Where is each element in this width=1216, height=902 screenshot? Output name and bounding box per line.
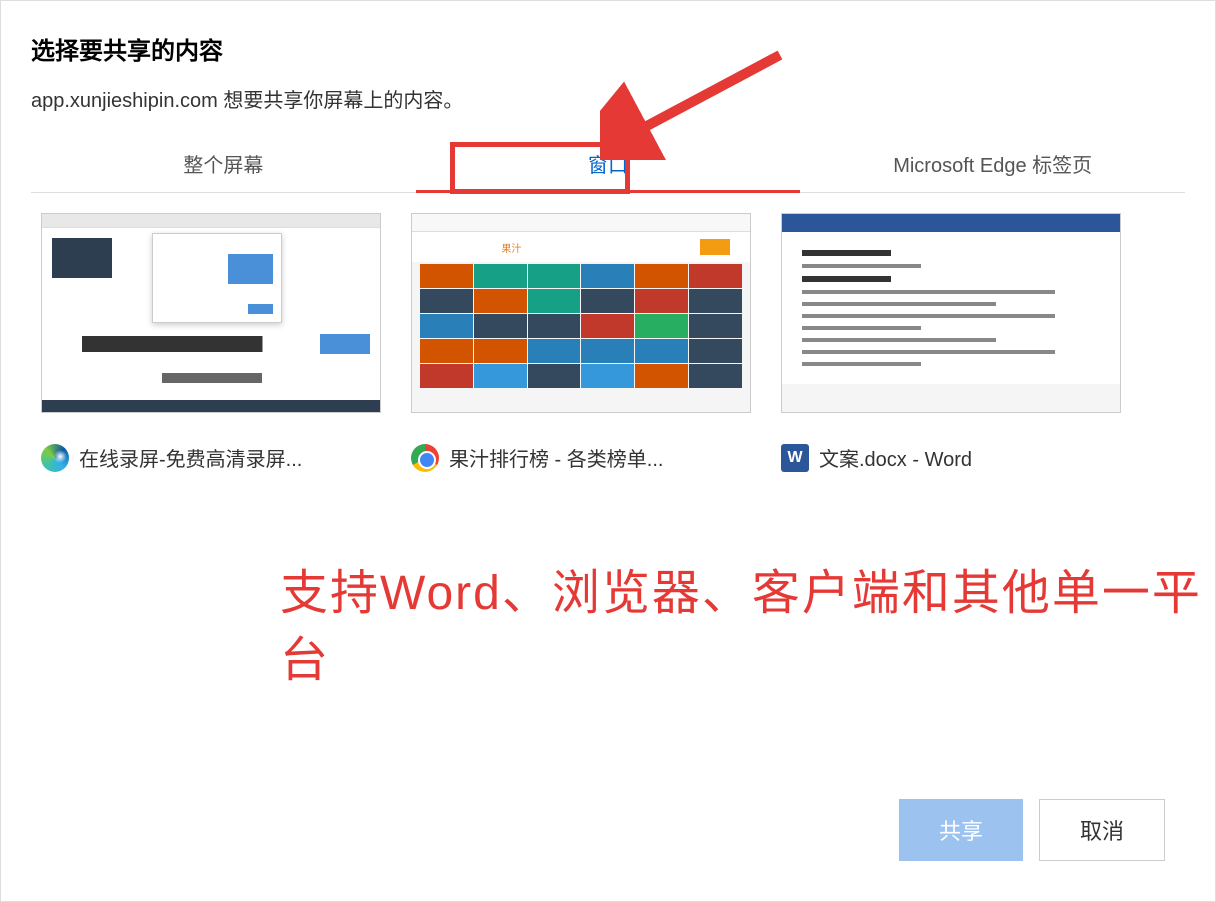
- window-label-text-0: 在线录屏-免费高清录屏...: [79, 443, 302, 472]
- window-item-0[interactable]: 在线录屏-免费高清录屏...: [41, 213, 381, 769]
- window-label-text-2: 文案.docx - Word: [819, 443, 972, 472]
- window-list: 在线录屏-免费高清录屏... 果汁: [31, 193, 1185, 789]
- window-label-0: 在线录屏-免费高清录屏...: [41, 443, 381, 472]
- tab-entire-screen[interactable]: 整个屏幕: [31, 135, 416, 192]
- tab-window[interactable]: 窗口: [416, 135, 801, 192]
- window-item-1[interactable]: 果汁 果汁排行榜 - 各类榜单...: [411, 213, 751, 769]
- edge-icon: [41, 444, 69, 472]
- window-thumbnail-2: [781, 213, 1121, 413]
- window-label-2: W 文案.docx - Word: [781, 443, 1121, 472]
- dialog-title: 选择要共享的内容: [31, 31, 1185, 66]
- share-button[interactable]: 共享: [899, 799, 1023, 861]
- tab-edge-tabs[interactable]: Microsoft Edge 标签页: [800, 135, 1185, 192]
- window-thumbnail-1: 果汁: [411, 213, 751, 413]
- window-thumbnail-0: [41, 213, 381, 413]
- window-label-text-1: 果汁排行榜 - 各类榜单...: [449, 443, 663, 472]
- window-item-2[interactable]: W 文案.docx - Word: [781, 213, 1121, 769]
- dialog-footer: 共享 取消: [31, 789, 1185, 881]
- dialog-subtitle: app.xunjieshipin.com 想要共享你屏幕上的内容。: [31, 84, 1185, 113]
- share-dialog: 选择要共享的内容 app.xunjieshipin.com 想要共享你屏幕上的内…: [0, 0, 1216, 902]
- window-label-1: 果汁排行榜 - 各类榜单...: [411, 443, 751, 472]
- cancel-button[interactable]: 取消: [1039, 799, 1165, 861]
- word-icon: W: [781, 444, 809, 472]
- tabs-container: 整个屏幕 窗口 Microsoft Edge 标签页: [31, 135, 1185, 193]
- chrome-icon: [411, 444, 439, 472]
